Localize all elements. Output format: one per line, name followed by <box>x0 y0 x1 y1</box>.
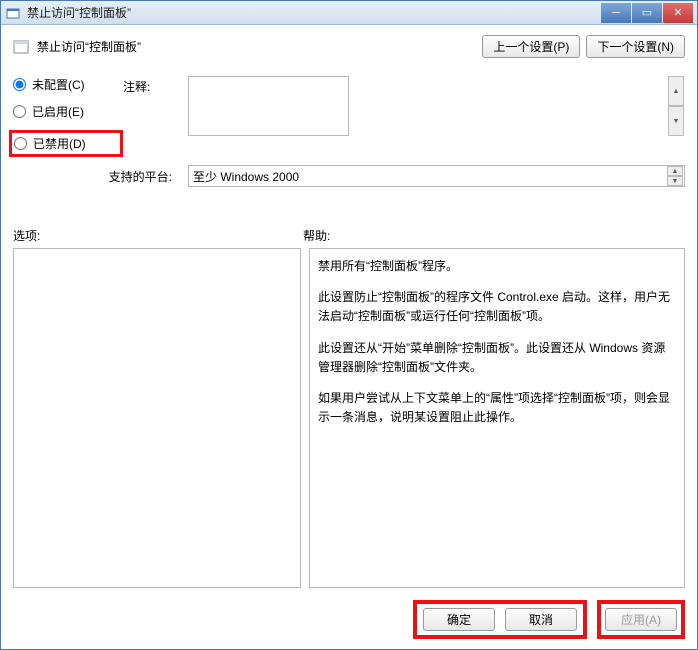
radio-enabled-label: 已启用(E) <box>32 103 84 120</box>
comment-scroll[interactable]: ▲ ▼ <box>668 76 684 136</box>
help-panel: 禁用所有“控制面板”程序。 此设置防止“控制面板”的程序文件 Control.e… <box>309 248 685 588</box>
window-title: 禁止访问“控制面板” <box>27 4 601 21</box>
radio-disabled[interactable]: 已禁用(D) <box>9 130 123 157</box>
radio-not-configured-input[interactable] <box>13 78 26 91</box>
highlight-ok-cancel: 确定 取消 <box>413 600 587 639</box>
header-row: 禁止访问“控制面板” 上一个设置(P) 下一个设置(N) <box>13 35 685 58</box>
comment-label: 注释: <box>123 76 178 139</box>
help-paragraph: 如果用户尝试从上下文菜单上的“属性”项选择“控制面板”项，则会显示一条消息，说明… <box>318 389 676 427</box>
platform-value: 至少 Windows 2000 <box>193 168 299 185</box>
next-setting-button[interactable]: 下一个设置(N) <box>586 35 685 58</box>
nav-buttons: 上一个设置(P) 下一个设置(N) <box>482 35 685 58</box>
panels-row: 禁用所有“控制面板”程序。 此设置防止“控制面板”的程序文件 Control.e… <box>13 248 685 588</box>
options-label: 选项: <box>13 227 303 244</box>
help-label: 帮助: <box>303 227 685 244</box>
panel-labels: 选项: 帮助: <box>13 227 685 244</box>
policy-icon <box>13 39 29 55</box>
close-button[interactable]: ✕ <box>663 3 693 23</box>
ok-button[interactable]: 确定 <box>423 608 495 631</box>
scroll-up-icon[interactable]: ▲ <box>668 76 684 106</box>
scroll-down-icon[interactable]: ▼ <box>667 176 683 186</box>
highlight-apply: 应用(A) <box>597 600 685 639</box>
footer-buttons: 确定 取消 应用(A) <box>13 588 685 639</box>
comment-textarea[interactable] <box>188 76 349 136</box>
window-buttons: ─ ▭ ✕ <box>601 3 693 23</box>
help-paragraph: 禁用所有“控制面板”程序。 <box>318 257 676 276</box>
maximize-button[interactable]: ▭ <box>632 3 662 23</box>
options-panel <box>13 248 301 588</box>
cancel-button[interactable]: 取消 <box>505 608 577 631</box>
window-icon <box>5 5 21 21</box>
radio-column: 未配置(C) 已启用(E) 已禁用(D) <box>13 76 123 157</box>
radio-disabled-label: 已禁用(D) <box>33 135 86 152</box>
minimize-button[interactable]: ─ <box>601 3 631 23</box>
platform-box: 至少 Windows 2000 ▲ ▼ <box>188 165 685 187</box>
policy-editor-window: 禁止访问“控制面板” ─ ▭ ✕ 禁止访问“控制面板” 上一个设置(P) 下一个… <box>0 0 698 650</box>
titlebar[interactable]: 禁止访问“控制面板” ─ ▭ ✕ <box>1 1 697 25</box>
content-area: 禁止访问“控制面板” 上一个设置(P) 下一个设置(N) 未配置(C) 已启用(… <box>1 25 697 649</box>
scroll-down-icon[interactable]: ▼ <box>668 106 684 136</box>
platform-scroll[interactable]: ▲ ▼ <box>667 166 683 186</box>
help-paragraph: 此设置还从“开始”菜单删除“控制面板”。此设置还从 Windows 资源管理器删… <box>318 339 676 377</box>
prev-setting-button[interactable]: 上一个设置(P) <box>482 35 580 58</box>
apply-button[interactable]: 应用(A) <box>605 608 677 631</box>
help-paragraph: 此设置防止“控制面板”的程序文件 Control.exe 启动。这样，用户无法启… <box>318 288 676 326</box>
config-radio-block: 未配置(C) 已启用(E) 已禁用(D) 注释: ▲ ▼ <box>13 76 685 157</box>
radio-enabled[interactable]: 已启用(E) <box>13 103 123 120</box>
radio-enabled-input[interactable] <box>13 105 26 118</box>
platform-row: 支持的平台: 至少 Windows 2000 ▲ ▼ <box>13 165 685 187</box>
scroll-up-icon[interactable]: ▲ <box>667 166 683 176</box>
radio-disabled-input[interactable] <box>14 137 27 150</box>
header-title: 禁止访问“控制面板” <box>37 38 474 55</box>
radio-not-configured[interactable]: 未配置(C) <box>13 76 123 93</box>
comment-area: 注释: ▲ ▼ <box>123 76 685 139</box>
radio-not-configured-label: 未配置(C) <box>32 76 85 93</box>
platform-label: 支持的平台: <box>13 168 178 185</box>
